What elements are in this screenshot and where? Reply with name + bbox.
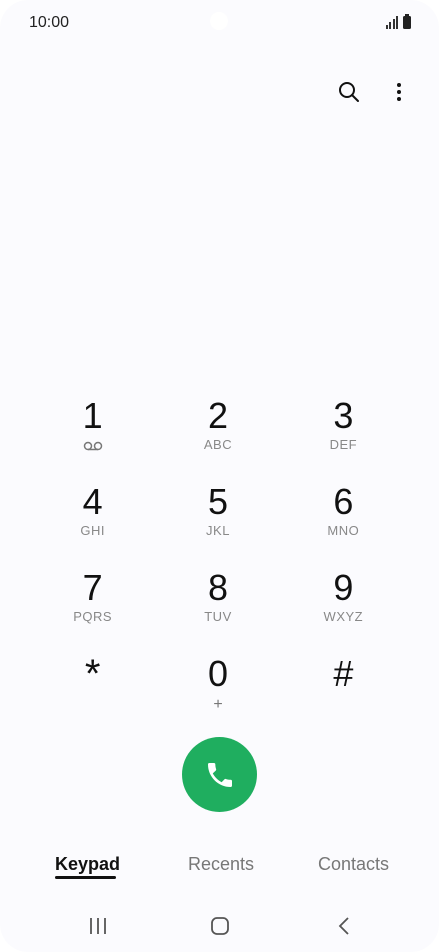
bottom-tabs: Keypad Recents Contacts [0, 850, 439, 890]
tab-contacts[interactable]: Contacts [318, 854, 389, 875]
recent-apps-icon[interactable] [83, 912, 113, 940]
more-vertical-icon[interactable] [383, 76, 415, 108]
key-5[interactable]: 5 JKL [155, 476, 280, 562]
key-9[interactable]: 9 WXYZ [281, 562, 406, 648]
front-camera [210, 12, 228, 30]
key-digit: 5 [207, 481, 228, 522]
key-digit: 2 [207, 395, 228, 436]
top-actions [333, 76, 415, 108]
key-letters: ABC [203, 437, 233, 452]
phone-icon [207, 762, 232, 787]
phone-screen: 10:00 1 2 ABC 3 DEF 4 GHI 5 JKL 6 MNO 7 … [0, 0, 439, 952]
key-digit: 4 [82, 481, 103, 522]
back-icon[interactable] [329, 912, 359, 940]
key-digit: 1 [82, 395, 103, 436]
key-4[interactable]: 4 GHI [30, 476, 155, 562]
key-digit: 8 [207, 567, 228, 608]
home-icon[interactable] [205, 912, 235, 940]
key-2[interactable]: 2 ABC [155, 390, 280, 476]
key-digit: 7 [82, 567, 103, 608]
battery-icon [403, 14, 411, 29]
dial-keypad: 1 2 ABC 3 DEF 4 GHI 5 JKL 6 MNO 7 PQRS 8… [30, 390, 406, 734]
search-icon[interactable] [333, 76, 365, 108]
key-6[interactable]: 6 MNO [281, 476, 406, 562]
status-icons [385, 14, 411, 29]
key-1[interactable]: 1 [30, 390, 155, 476]
key-letters: JKL [206, 523, 230, 538]
key-hash[interactable]: # [281, 648, 406, 734]
voicemail-icon [83, 439, 103, 453]
system-nav-bar [0, 908, 439, 944]
key-letters: GHI [80, 523, 105, 538]
key-digit: * [84, 652, 101, 696]
signal-icon [385, 16, 398, 29]
key-letters: DEF [329, 437, 358, 452]
tab-keypad[interactable]: Keypad [55, 854, 120, 875]
key-letters: WXYZ [323, 609, 364, 624]
key-digit: # [333, 653, 354, 694]
key-8[interactable]: 8 TUV [155, 562, 280, 648]
key-letters: TUV [204, 609, 232, 624]
key-digit: 0 [207, 653, 228, 694]
key-3[interactable]: 3 DEF [281, 390, 406, 476]
tab-recents[interactable]: Recents [188, 854, 254, 875]
key-digit: 3 [333, 395, 354, 436]
status-bar: 10:00 [0, 0, 439, 48]
key-letters: PQRS [73, 609, 113, 624]
key-digit: 6 [333, 481, 354, 522]
key-letters: + [213, 696, 223, 713]
key-digit: 9 [333, 567, 354, 608]
active-tab-indicator [55, 876, 116, 879]
key-0[interactable]: 0 + [155, 648, 280, 734]
key-letters: MNO [327, 523, 360, 538]
call-button[interactable] [182, 737, 257, 812]
status-time: 10:00 [29, 14, 70, 31]
key-7[interactable]: 7 PQRS [30, 562, 155, 648]
key-star[interactable]: * [30, 648, 155, 734]
